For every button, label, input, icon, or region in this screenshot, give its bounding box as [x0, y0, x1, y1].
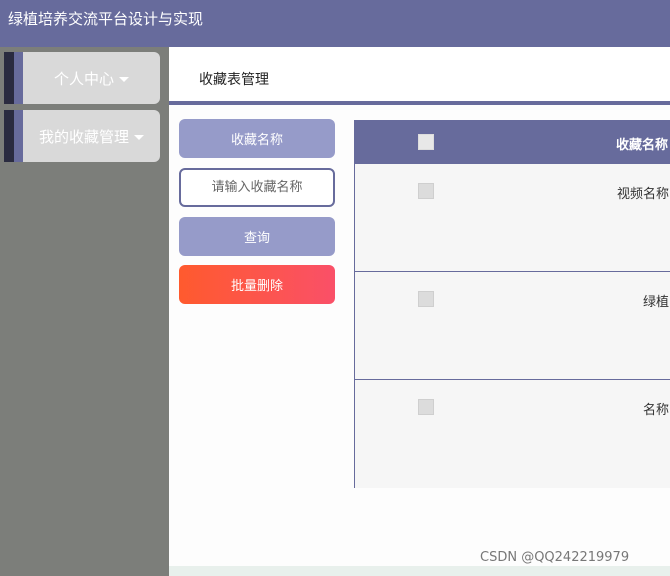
favorite-name-cell: 名称: [642, 403, 669, 418]
row-checkbox[interactable]: [418, 291, 434, 307]
query-button[interactable]: 查询: [179, 217, 335, 256]
sidebar-item-personal-center[interactable]: 个人中心: [4, 52, 160, 104]
bottom-strip: [169, 566, 670, 576]
page-title: 收藏表管理: [199, 72, 269, 88]
favorite-name-label-button[interactable]: 收藏名称: [179, 119, 335, 158]
search-input[interactable]: [179, 168, 335, 207]
favorites-table: 收藏名称 视频名称 绿植 名称: [354, 120, 670, 488]
sidebar: 个人中心 我的收藏管理: [0, 47, 169, 576]
table-row: 名称: [355, 380, 670, 488]
select-all-checkbox[interactable]: [418, 134, 434, 150]
column-header-favorite-name: 收藏名称: [616, 138, 669, 153]
table-row: 绿植: [355, 272, 670, 380]
sidebar-item-marker: [4, 52, 14, 104]
favorite-name-cell: 绿植: [642, 295, 669, 310]
row-checkbox[interactable]: [418, 183, 434, 199]
chevron-down-icon: [134, 134, 144, 140]
row-checkbox[interactable]: [418, 399, 434, 415]
sidebar-item-label: 个人中心: [53, 69, 114, 88]
breadcrumb-bar: 收藏表管理: [169, 47, 670, 105]
chevron-down-icon: [119, 76, 129, 82]
table-header: 收藏名称: [355, 121, 670, 164]
top-header-bar: 绿植培养交流平台设计与实现: [0, 0, 670, 47]
sidebar-item-accent: [14, 110, 23, 162]
app-title: 绿植培养交流平台设计与实现: [8, 10, 204, 28]
favorite-name-cell: 视频名称: [616, 187, 669, 202]
sidebar-item-label: 我的收藏管理: [38, 127, 129, 146]
table-row: 视频名称: [355, 164, 670, 272]
watermark: CSDN @QQ242219979: [480, 550, 630, 565]
batch-delete-button[interactable]: 批量删除: [179, 265, 335, 304]
sidebar-item-marker: [4, 110, 14, 162]
sidebar-item-my-favorites[interactable]: 我的收藏管理: [4, 110, 160, 162]
sidebar-item-accent: [14, 52, 23, 104]
